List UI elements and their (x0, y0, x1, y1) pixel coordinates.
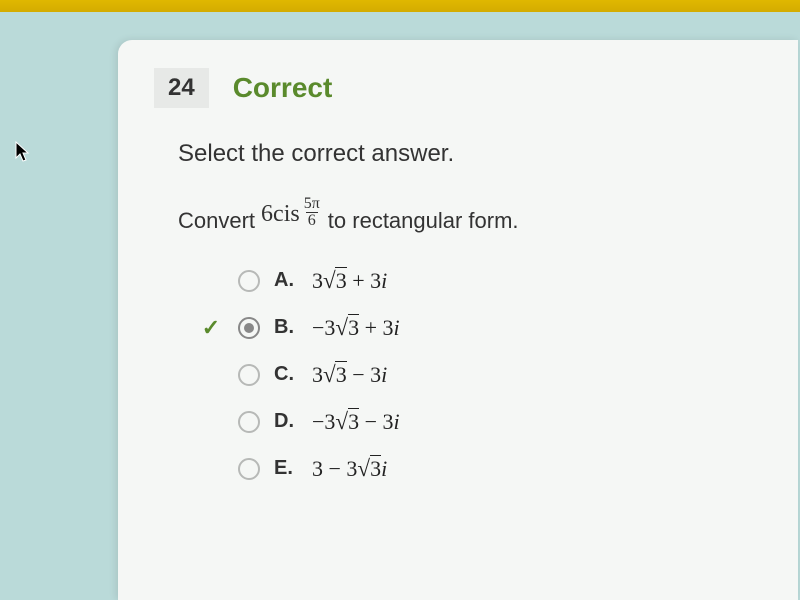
check-icon: ✓ (202, 315, 220, 341)
option-label: C. (274, 363, 298, 386)
radio-e[interactable] (238, 458, 260, 480)
math-expression: 6cis 5π 6 (261, 198, 322, 231)
option-c[interactable]: C. 3√3 − 3i (198, 361, 762, 388)
option-math: 3 − 3√3i (312, 455, 387, 482)
option-label: A. (274, 269, 298, 292)
option-math: −3√3 − 3i (312, 408, 400, 435)
question-header: 24 Correct (154, 68, 762, 108)
option-math: 3√3 + 3i (312, 267, 387, 294)
check-slot: ✓ (198, 315, 224, 341)
option-label: E. (274, 457, 298, 480)
radio-d[interactable] (238, 411, 260, 433)
window-top-bar (0, 0, 800, 12)
question-number: 24 (154, 68, 209, 108)
expr-fraction: 5π 6 (302, 196, 322, 229)
option-d[interactable]: D. −3√3 − 3i (198, 408, 762, 435)
option-e[interactable]: E. 3 − 3√3i (198, 455, 762, 482)
options-list: A. 3√3 + 3i ✓ B. −3√3 + 3i C. 3√3 − 3i D… (198, 267, 762, 482)
option-label: B. (274, 316, 298, 339)
option-a[interactable]: A. 3√3 + 3i (198, 267, 762, 294)
radio-a[interactable] (238, 270, 260, 292)
mouse-cursor-icon (14, 140, 32, 170)
frac-numerator: 5π (302, 196, 322, 212)
radio-b[interactable] (238, 317, 260, 339)
question-card: 24 Correct Select the correct answer. Co… (118, 40, 798, 600)
option-b[interactable]: ✓ B. −3√3 + 3i (198, 314, 762, 341)
prompt-suffix: to rectangular form. (328, 208, 519, 234)
question-instruction: Select the correct answer. (178, 140, 762, 168)
expr-coef: 6cis (261, 201, 300, 228)
prompt-prefix: Convert (178, 208, 255, 234)
question-status: Correct (233, 72, 333, 104)
frac-denominator: 6 (306, 212, 318, 229)
option-math: −3√3 + 3i (312, 314, 400, 341)
question-prompt: Convert 6cis 5π 6 to rectangular form. (178, 204, 762, 237)
radio-c[interactable] (238, 364, 260, 386)
option-math: 3√3 − 3i (312, 361, 387, 388)
option-label: D. (274, 410, 298, 433)
